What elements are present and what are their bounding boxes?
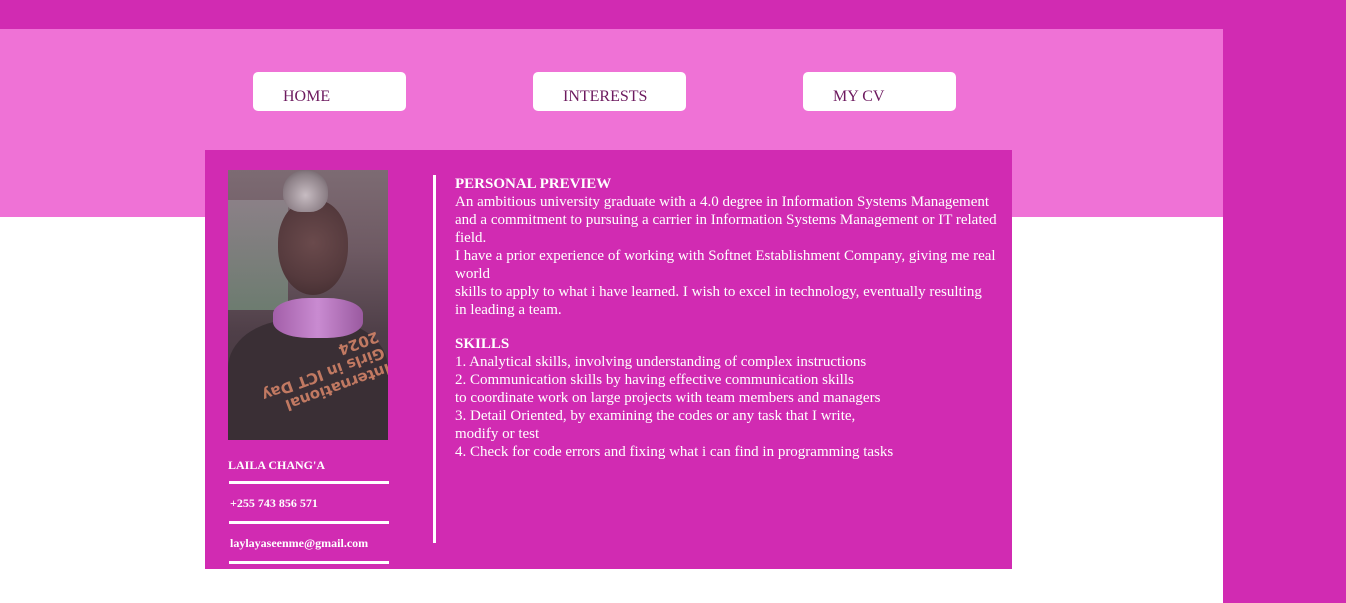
divider [229,521,389,524]
content-column: PERSONAL PREVIEW An ambitious university… [455,175,1010,461]
preview-line: I have a prior experience of working wit… [455,248,996,282]
nav-my-cv-button[interactable]: MY CV [803,72,956,111]
vertical-divider [433,175,436,543]
divider [229,481,389,484]
photo-hair [283,170,328,212]
photo-scarf [273,298,363,338]
profile-email: laylayaseenme@gmail.com [230,536,369,550]
profile-card: International Girls in ICT Day 2024 LAIL… [205,150,1012,569]
skills-line: 2. Communication skills by having effect… [455,372,854,388]
preview-line: and a commitment to pursuing a carrier i… [455,212,997,246]
profile-photo: International Girls in ICT Day 2024 [228,170,388,440]
preview-line: in leading a team. [455,302,562,318]
profile-name: LAILA CHANG'A [228,458,326,472]
skills-line: to coordinate work on large projects wit… [455,390,881,406]
preview-line: An ambitious university graduate with a … [455,194,990,210]
nav-home-button[interactable]: HOME [253,72,406,111]
nav-interests-button[interactable]: INTERESTS [533,72,686,111]
photo-face [278,200,348,295]
skills-line: 1. Analytical skills, involving understa… [455,354,867,370]
profile-phone: +255 743 856 571 [230,496,318,510]
preview-line: skills to apply to what i have learned. … [455,284,982,300]
skills-line: 4. Check for code errors and fixing what… [455,444,894,460]
skills-line: 3. Detail Oriented, by examining the cod… [455,408,856,424]
skills-section: SKILLS 1. Analytical skills, involving u… [455,335,1010,461]
skills-line: modify or test [455,426,540,442]
top-band [0,0,1346,29]
right-band [1223,0,1346,603]
skills-title: SKILLS [455,336,510,352]
divider [229,561,389,564]
preview-title: PERSONAL PREVIEW [455,176,612,192]
